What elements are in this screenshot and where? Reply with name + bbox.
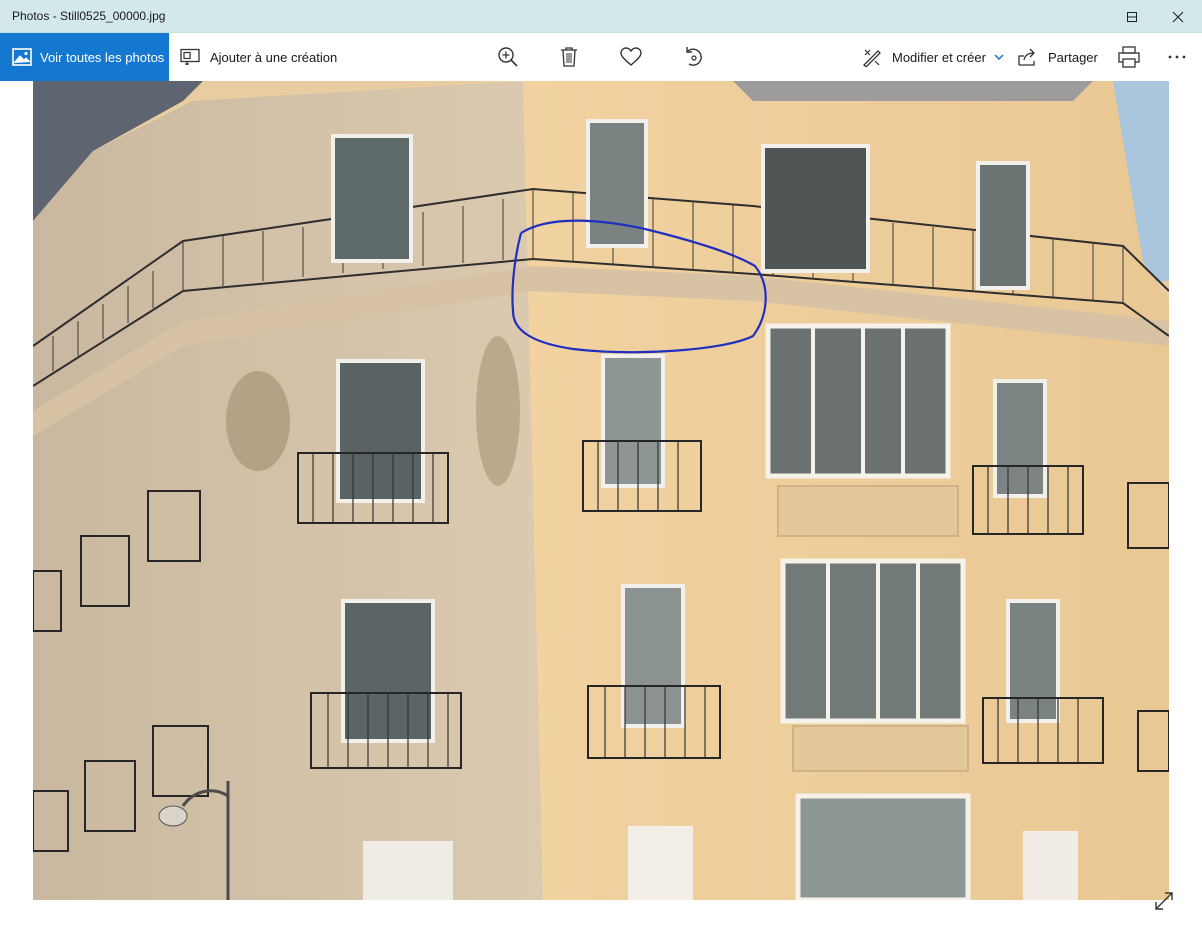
see-all-photos-button[interactable]: Voir toutes les photos bbox=[0, 33, 169, 81]
add-creation-icon bbox=[180, 48, 200, 66]
building-photo bbox=[33, 81, 1169, 900]
chevron-down-icon bbox=[994, 54, 1004, 60]
expand-icon bbox=[1155, 892, 1173, 910]
zoom-in-icon bbox=[498, 47, 518, 67]
edit-create-label: Modifier et créer bbox=[892, 49, 986, 65]
favorite-heart-icon bbox=[620, 47, 642, 66]
title-bar: Photos - Still0525_00000.jpg bbox=[0, 0, 1202, 33]
edit-create-button[interactable]: Modifier et créer bbox=[862, 33, 1004, 81]
add-to-creation-button[interactable]: Ajouter à une création bbox=[180, 33, 337, 81]
more-icon bbox=[1168, 55, 1186, 59]
share-icon bbox=[1018, 48, 1038, 66]
edit-create-icon bbox=[862, 47, 882, 67]
maximize-button[interactable] bbox=[1109, 0, 1155, 33]
share-label: Partager bbox=[1048, 49, 1098, 65]
add-to-creation-label: Ajouter à une création bbox=[210, 49, 338, 65]
zoom-in-button[interactable] bbox=[488, 33, 528, 81]
rotate-icon bbox=[686, 47, 702, 66]
close-icon bbox=[1172, 11, 1184, 22]
delete-button[interactable] bbox=[549, 33, 589, 81]
toolbar: Voir toutes les photos Ajouter à une cré… bbox=[0, 33, 1202, 81]
rotate-button[interactable] bbox=[674, 33, 714, 81]
photos-icon bbox=[12, 48, 32, 66]
more-button[interactable] bbox=[1157, 33, 1197, 81]
printer-icon bbox=[1118, 46, 1140, 68]
see-all-photos-label: Voir toutes les photos bbox=[40, 49, 165, 65]
maximize-icon bbox=[1127, 11, 1137, 22]
photo-viewer-image[interactable] bbox=[33, 81, 1169, 900]
delete-icon bbox=[561, 47, 577, 67]
fullscreen-button[interactable] bbox=[1152, 889, 1176, 913]
close-button[interactable] bbox=[1155, 0, 1201, 33]
window-title: Photos - Still0525_00000.jpg bbox=[12, 9, 166, 23]
minimize-button-slot bbox=[1063, 0, 1109, 33]
share-button[interactable]: Partager bbox=[1018, 33, 1098, 81]
print-button[interactable] bbox=[1109, 33, 1149, 81]
favorite-button[interactable] bbox=[611, 33, 651, 81]
